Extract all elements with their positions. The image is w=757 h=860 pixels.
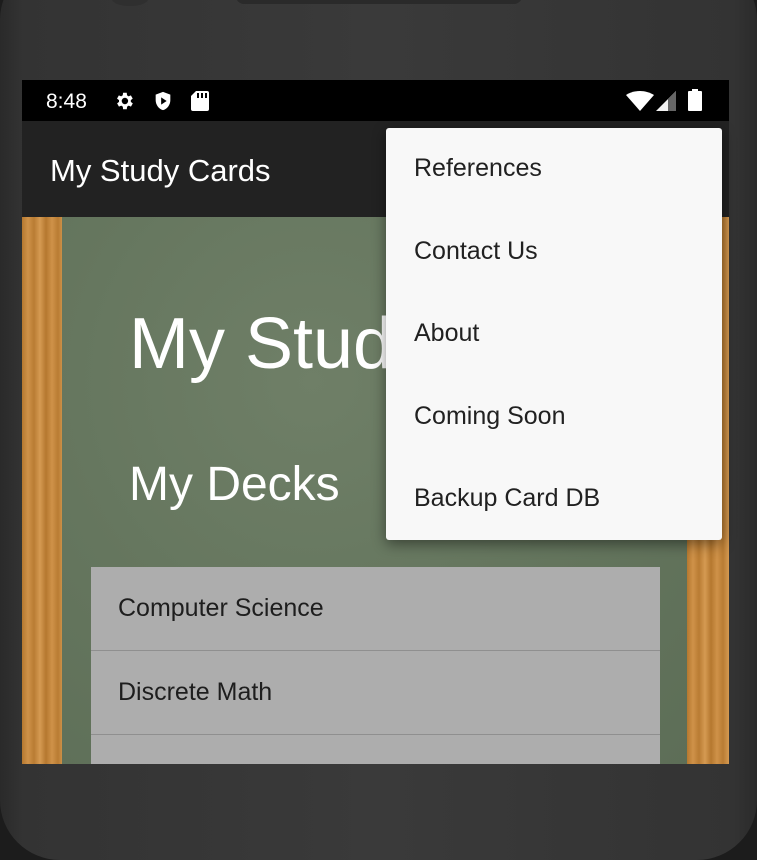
menu-item-label: Coming Soon	[414, 401, 566, 430]
menu-item-label: References	[414, 154, 542, 182]
menu-item-contact-us[interactable]: Contact Us	[386, 211, 722, 294]
gear-icon	[113, 90, 135, 117]
wood-frame-left	[22, 217, 62, 764]
wifi-icon	[626, 91, 654, 116]
deck-list: Computer Science Discrete Math	[91, 567, 660, 764]
deck-item[interactable]: Computer Science	[91, 567, 660, 651]
status-bar: 8:48	[22, 80, 729, 121]
menu-item-coming-soon[interactable]: Coming Soon	[386, 376, 722, 459]
battery-icon	[688, 89, 702, 116]
overflow-menu: References Contact Us About Coming Soon …	[386, 128, 722, 540]
menu-item-label: About	[414, 319, 480, 347]
deck-label: Computer Science	[118, 594, 324, 622]
deck-item[interactable]: Discrete Math	[91, 651, 660, 735]
deck-item[interactable]	[91, 735, 660, 764]
menu-item-about[interactable]: About	[386, 293, 722, 376]
menu-item-references[interactable]: References	[386, 128, 722, 211]
app-title: My Study Cards	[50, 153, 271, 188]
phone-camera	[112, 0, 148, 6]
sd-card-icon	[190, 90, 210, 117]
status-time: 8:48	[46, 90, 87, 113]
shield-play-icon	[152, 90, 174, 117]
phone-speaker-slot	[236, 0, 522, 4]
menu-item-label: Backup Card DB	[414, 484, 601, 512]
decks-heading: My Decks	[129, 458, 340, 511]
signal-icon	[656, 91, 678, 116]
menu-item-label: Contact Us	[414, 236, 538, 265]
deck-label: Discrete Math	[118, 678, 273, 706]
menu-item-backup-card-db[interactable]: Backup Card DB	[386, 458, 722, 541]
